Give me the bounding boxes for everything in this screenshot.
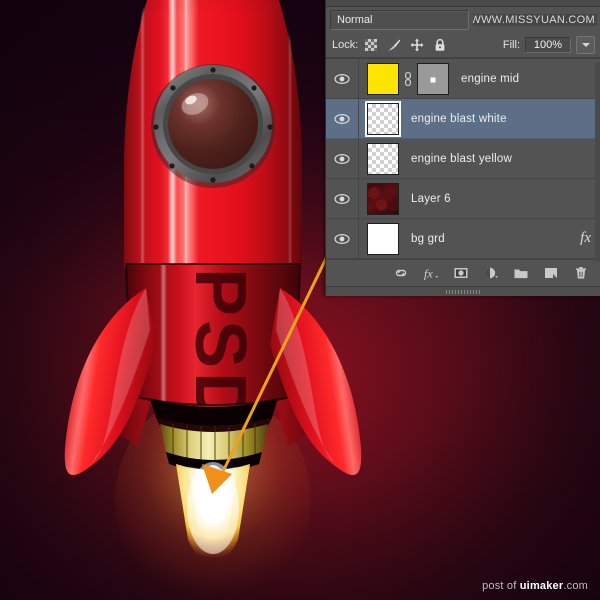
layer-visibility-toggle[interactable] [326, 99, 359, 138]
site-watermark: post of uimaker.com [482, 580, 588, 592]
lock-label: Lock: [332, 39, 358, 51]
layer-effects-indicator[interactable]: fx [580, 230, 591, 247]
fill-dropdown-button[interactable] [576, 36, 595, 54]
layer-row[interactable]: engine mid [326, 59, 600, 99]
eye-icon [334, 113, 350, 125]
chevron-down-icon [582, 43, 590, 47]
fill-value[interactable]: 100% [525, 37, 571, 53]
layer-mask-thumbnail[interactable] [417, 63, 449, 95]
layer-row[interactable]: Layer 6 [326, 179, 600, 219]
panel-watermark: 思缘设计论坛 WWW.MISSYUAN.COM [473, 12, 597, 29]
layer-name: engine blast white [411, 113, 507, 125]
lock-all-icon[interactable] [433, 38, 447, 52]
lock-icon-group [364, 38, 447, 52]
lock-image-pixels-icon[interactable] [387, 38, 401, 52]
layer-visibility-toggle[interactable] [326, 179, 359, 218]
eye-icon [334, 73, 350, 85]
layer-name: Layer 6 [411, 193, 451, 205]
layer-thumbnail[interactable] [367, 223, 399, 255]
rocket-porthole [151, 64, 275, 188]
eye-icon [334, 193, 350, 205]
layers-panel: Normal 思缘设计论坛 WWW.MISSYUAN.COM Lock: [325, 0, 600, 296]
layer-style-fx-icon[interactable]: fx [423, 265, 439, 281]
delete-layer-icon[interactable] [573, 265, 589, 281]
fill-control: Fill: 100% [503, 36, 595, 54]
link-layers-icon[interactable] [393, 265, 409, 281]
eye-icon [334, 233, 350, 245]
lock-position-icon[interactable] [410, 38, 424, 52]
layers-panel-toolbar: fx [326, 259, 600, 286]
blend-mode-select[interactable]: Normal [330, 10, 469, 30]
layer-list: engine mid engine blast white engine blast… [326, 58, 600, 259]
new-layer-icon[interactable] [543, 265, 559, 281]
layer-visibility-toggle[interactable] [326, 139, 359, 178]
lock-row: Lock: [326, 33, 600, 58]
panel-top-strip [326, 0, 600, 7]
blend-mode-row: Normal 思缘设计论坛 WWW.MISSYUAN.COM [326, 7, 600, 33]
layer-thumbnails [359, 103, 399, 135]
layer-row[interactable]: engine blast white [326, 99, 600, 139]
layer-visibility-toggle[interactable] [326, 219, 359, 258]
eye-icon [334, 153, 350, 165]
layer-visibility-toggle[interactable] [326, 59, 359, 98]
adjustment-layer-icon[interactable] [483, 265, 499, 281]
lock-transparent-pixels-icon[interactable] [364, 38, 378, 52]
new-group-icon[interactable] [513, 265, 529, 281]
chain-link-icon [403, 71, 413, 87]
layer-name: bg grd [411, 233, 445, 245]
add-layer-mask-icon[interactable] [453, 265, 469, 281]
panel-resize-grip[interactable] [326, 286, 600, 296]
layer-thumbnail[interactable] [367, 103, 399, 135]
grip-dots [446, 290, 482, 294]
layer-thumbnails [359, 143, 399, 175]
layer-row[interactable]: bg grd fx [326, 219, 600, 259]
layer-thumbnail[interactable] [367, 143, 399, 175]
watermark-suffix: .com [563, 580, 588, 592]
layer-name: engine mid [461, 73, 519, 85]
screenshot-canvas: PSD [0, 0, 600, 600]
svg-text:fx: fx [424, 267, 433, 281]
blend-mode-value: Normal [337, 14, 372, 26]
mask-link-icon[interactable] [403, 71, 413, 87]
watermark-brand: uimaker [520, 580, 564, 592]
layer-thumbnail[interactable] [367, 63, 399, 95]
layer-thumbnails [359, 63, 449, 95]
fill-label: Fill: [503, 39, 520, 51]
panel-watermark-en: WWW.MISSYUAN.COM [473, 14, 597, 26]
watermark-prefix: post of [482, 580, 520, 592]
layer-thumbnails [359, 223, 399, 255]
panel-scrollbar[interactable] [595, 62, 600, 262]
layer-thumbnails [359, 183, 399, 215]
layer-row[interactable]: engine blast yellow [326, 139, 600, 179]
layer-thumbnail[interactable] [367, 183, 399, 215]
layer-name: engine blast yellow [411, 153, 512, 165]
